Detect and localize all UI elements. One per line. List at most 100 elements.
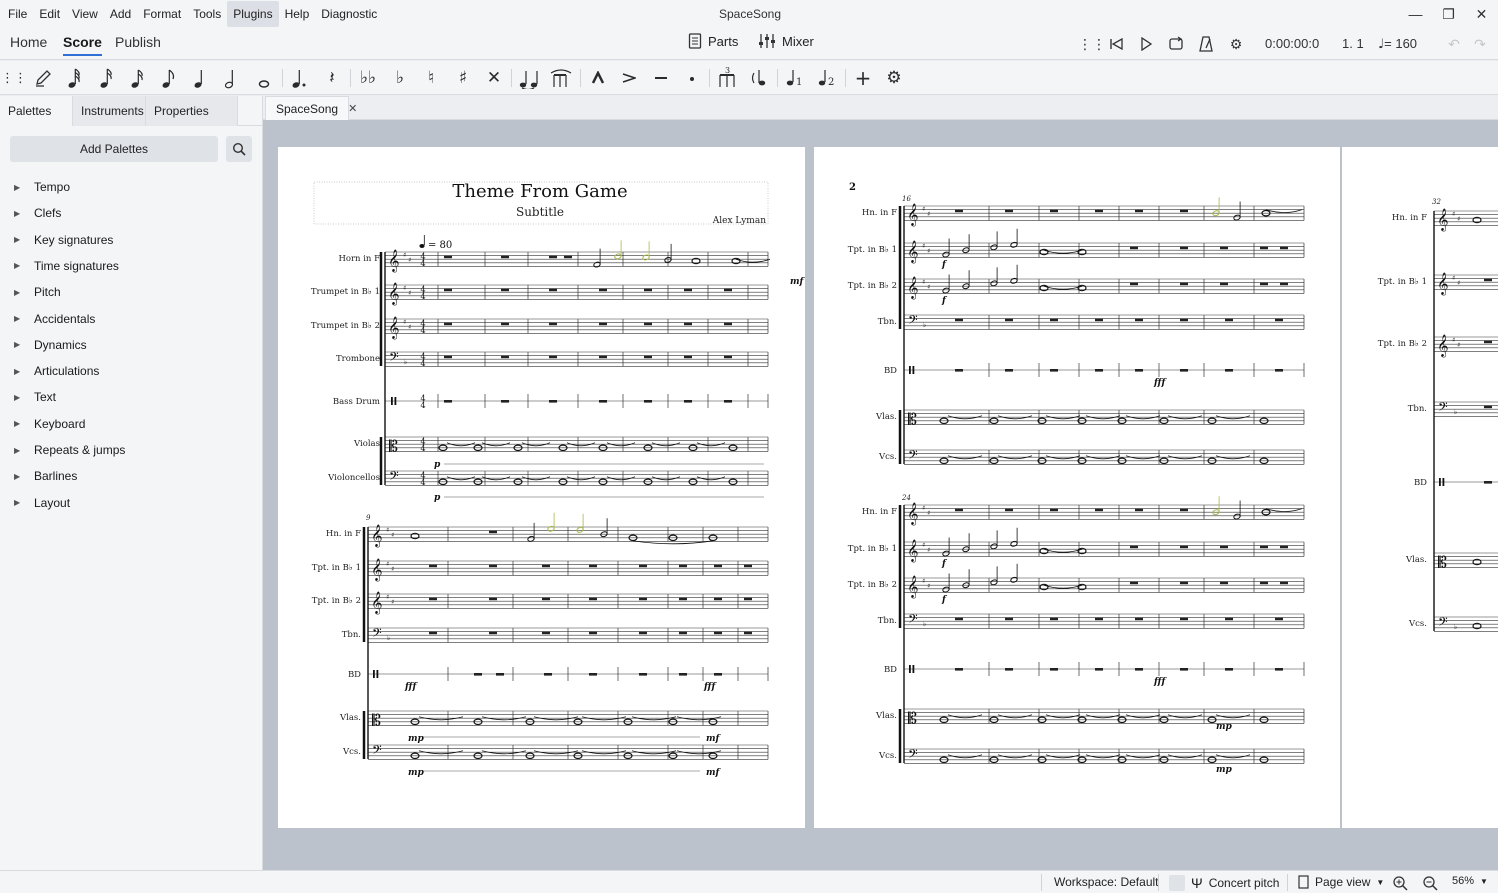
eighth-note-icon[interactable] bbox=[155, 64, 183, 92]
quarter-note-icon[interactable] bbox=[187, 64, 215, 92]
whole-rest bbox=[1180, 545, 1188, 549]
palette-keyboard[interactable]: ▶ Keyboard bbox=[14, 417, 85, 431]
palette-pitch[interactable]: ▶ Pitch bbox=[14, 285, 61, 299]
palette-accidentals[interactable]: ▶ Accidentals bbox=[14, 312, 95, 326]
close-icon[interactable]: ✕ bbox=[1465, 0, 1498, 28]
palette-articulations[interactable]: ▶ Articulations bbox=[14, 364, 99, 378]
palette-clefs[interactable]: ▶ Clefs bbox=[14, 206, 61, 220]
parts-button[interactable]: Parts bbox=[688, 33, 738, 49]
tuplet-icon[interactable]: 3 bbox=[713, 64, 741, 92]
undo-icon[interactable]: ↶ bbox=[1443, 33, 1465, 55]
tab-properties[interactable]: Properties bbox=[146, 96, 238, 126]
double-flat-icon[interactable]: ♭♭ bbox=[354, 64, 382, 92]
score-composer[interactable]: Alex Lyman bbox=[712, 216, 766, 226]
flat-icon[interactable]: ♭ bbox=[386, 64, 414, 92]
natural-icon[interactable]: ♮ bbox=[417, 64, 445, 92]
tab-palettes[interactable]: Palettes ··· bbox=[0, 96, 73, 148]
palette-layout[interactable]: ▶ Layout bbox=[14, 496, 70, 510]
slur-icon[interactable] bbox=[547, 64, 575, 92]
metronome-icon[interactable] bbox=[1195, 33, 1217, 55]
palette-repeats-jumps[interactable]: ▶ Repeats & jumps bbox=[14, 443, 125, 457]
tempo-marking[interactable]: = 80 bbox=[419, 235, 452, 251]
score-subtitle[interactable]: Subtitle bbox=[516, 205, 564, 219]
voice-1-icon[interactable]: 1 bbox=[781, 64, 809, 92]
zoom-in-icon bbox=[1393, 876, 1408, 891]
mixer-button[interactable]: Mixer bbox=[758, 33, 814, 49]
staccato-icon[interactable] bbox=[678, 64, 706, 92]
palette-time-signatures[interactable]: ▶ Time signatures bbox=[14, 259, 119, 273]
score-title[interactable]: Theme From Game bbox=[452, 181, 627, 202]
palette-key-signatures[interactable]: ▶ Key signatures bbox=[14, 233, 113, 247]
augmentation-dot-icon[interactable] bbox=[286, 64, 314, 92]
grip-icon[interactable]: ⋮⋮ bbox=[0, 64, 28, 92]
checkbox[interactable] bbox=[1169, 875, 1185, 891]
marcato-icon[interactable] bbox=[584, 64, 612, 92]
rest-icon[interactable]: 𝄽 bbox=[318, 64, 346, 92]
tenuto-icon[interactable] bbox=[647, 64, 675, 92]
tab-home[interactable]: Home bbox=[10, 34, 47, 54]
palette-dynamics[interactable]: ▶ Dynamics bbox=[14, 338, 87, 352]
view-mode-dropdown[interactable]: Page view ▼ bbox=[1298, 875, 1384, 889]
menu-help[interactable]: Help bbox=[279, 1, 316, 27]
dynamic-mp: mp bbox=[1216, 722, 1233, 732]
menu-diagnostic[interactable]: Diagnostic bbox=[315, 1, 383, 27]
play-icon[interactable] bbox=[1135, 33, 1157, 55]
32nd-note-icon[interactable] bbox=[93, 64, 121, 92]
playback-grip-icon[interactable]: ⋮⋮ bbox=[1078, 33, 1106, 55]
restore-icon[interactable]: ❐ bbox=[1432, 0, 1465, 28]
whole-rest bbox=[1005, 508, 1013, 512]
palette-text[interactable]: ▶ Text bbox=[14, 390, 56, 404]
score-canvas[interactable]: Theme From Game Subtitle Alex Lyman = 80… bbox=[263, 120, 1498, 870]
menu-tools[interactable]: Tools bbox=[187, 1, 227, 27]
note-input-pen-icon[interactable] bbox=[29, 64, 57, 92]
customize-toolbar-icon[interactable]: ⚙ bbox=[880, 64, 908, 92]
palette-barlines[interactable]: ▶ Barlines bbox=[14, 469, 77, 483]
toolbar-separator bbox=[580, 69, 581, 87]
whole-rest bbox=[1220, 282, 1228, 286]
accent-icon[interactable] bbox=[615, 64, 643, 92]
zoom-in-button[interactable] bbox=[1392, 875, 1408, 891]
menu-plugins[interactable]: Plugins bbox=[227, 1, 279, 27]
redo-icon[interactable]: ↷ bbox=[1469, 33, 1491, 55]
rewind-icon[interactable] bbox=[1105, 33, 1127, 55]
menu-add[interactable]: Add bbox=[104, 1, 137, 27]
playback-settings-icon[interactable]: ⚙ bbox=[1225, 33, 1247, 55]
loop-icon[interactable] bbox=[1165, 33, 1187, 55]
menu-format[interactable]: Format bbox=[137, 1, 187, 27]
whole-rest bbox=[1280, 545, 1288, 549]
palette-label: Tempo bbox=[34, 180, 71, 194]
menu-view[interactable]: View bbox=[66, 1, 104, 27]
palette-label: Keyboard bbox=[34, 416, 86, 431]
64th-note-icon[interactable] bbox=[61, 64, 89, 92]
menu-edit[interactable]: Edit bbox=[33, 1, 66, 27]
tab-score[interactable]: Score bbox=[63, 34, 102, 56]
whole-note-icon[interactable] bbox=[250, 64, 278, 92]
menu-file[interactable]: File bbox=[2, 1, 33, 27]
whole-rest bbox=[744, 564, 752, 568]
document-tab[interactable]: SpaceSong ✕ bbox=[265, 96, 357, 120]
double-sharp-icon[interactable]: ✕ bbox=[480, 64, 508, 92]
workspace-selector[interactable]: Workspace: Default bbox=[1054, 875, 1159, 889]
whole-rest bbox=[1220, 246, 1228, 250]
tab-publish[interactable]: Publish bbox=[115, 34, 161, 54]
16th-note-icon[interactable] bbox=[124, 64, 152, 92]
palette-tempo[interactable]: ▶ Tempo bbox=[14, 180, 70, 194]
sharp-icon[interactable]: ♯ bbox=[449, 64, 477, 92]
instrument-name: Violas bbox=[353, 439, 380, 449]
treble-clef: 𝄞 bbox=[907, 203, 919, 227]
alto-clef: 𝄡 bbox=[908, 708, 917, 727]
flip-direction-icon[interactable] bbox=[745, 64, 773, 92]
add-palettes-button[interactable]: Add Palettes bbox=[10, 136, 218, 162]
tab-instruments[interactable]: Instruments bbox=[73, 96, 146, 126]
tie-icon[interactable] bbox=[515, 64, 543, 92]
search-palettes-button[interactable] bbox=[226, 136, 252, 162]
zoom-dropdown[interactable]: 56% ▼ bbox=[1452, 875, 1488, 887]
concert-pitch-toggle[interactable]: Ψ Concert pitch bbox=[1169, 875, 1279, 891]
close-tab-icon[interactable]: ✕ bbox=[348, 102, 357, 115]
treble-clef: 𝄞 bbox=[907, 575, 919, 599]
minimize-icon[interactable]: — bbox=[1399, 0, 1432, 28]
zoom-out-button[interactable] bbox=[1422, 875, 1438, 891]
voice-2-icon[interactable]: 2 bbox=[813, 64, 841, 92]
add-icon[interactable]: + bbox=[849, 64, 877, 92]
half-note-icon[interactable] bbox=[218, 64, 246, 92]
